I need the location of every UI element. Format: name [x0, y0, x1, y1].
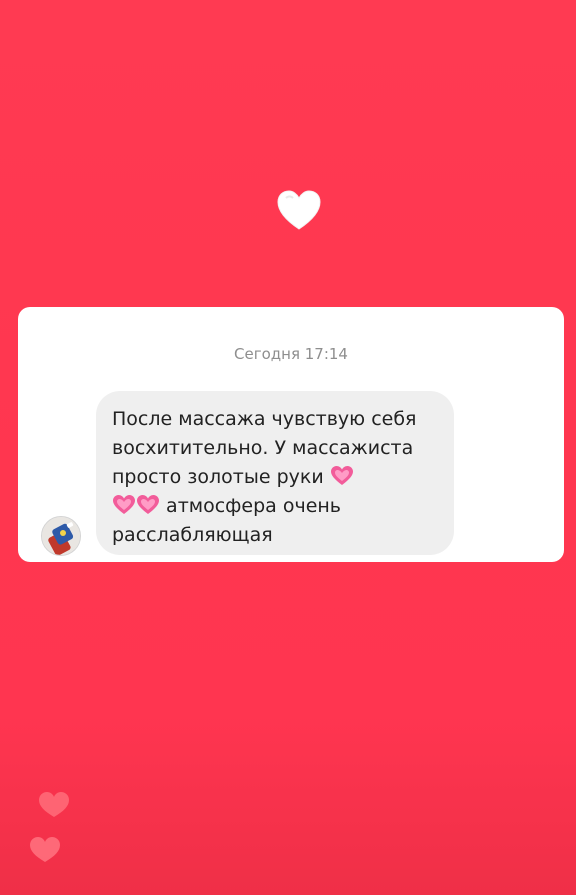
message-card: Сегодня 17:14 После массажа чувствую себ… [18, 307, 564, 562]
message-line-4: атмосфера очень [112, 492, 438, 521]
avatar-image [42, 517, 80, 555]
floating-heart-icon [30, 837, 60, 862]
story-screen: { "story": { "background_color": "#ff3a5… [0, 0, 576, 895]
message-line-5: расслабляющая [112, 524, 273, 546]
sender-avatar[interactable] [41, 516, 81, 556]
growing-heart-icon [113, 495, 135, 514]
growing-heart-icon [330, 466, 353, 485]
white-heart-icon [277, 190, 321, 230]
message-line-3: просто золотые руки [112, 463, 438, 492]
floating-heart-icon [39, 792, 69, 817]
message-line-4-text: атмосфера очень [166, 495, 341, 517]
message-line-3-text: просто золотые руки [112, 466, 324, 488]
message-bubble[interactable]: После массажа чувствую себя восхитительн… [96, 391, 454, 555]
message-timestamp: Сегодня 17:14 [234, 345, 348, 363]
message-line-1: После массажа чувствую себя [112, 408, 417, 430]
reaction-hearts [30, 792, 69, 862]
message-line-2: восхитительно. У массажиста [112, 437, 414, 459]
growing-heart-icon [137, 495, 159, 514]
